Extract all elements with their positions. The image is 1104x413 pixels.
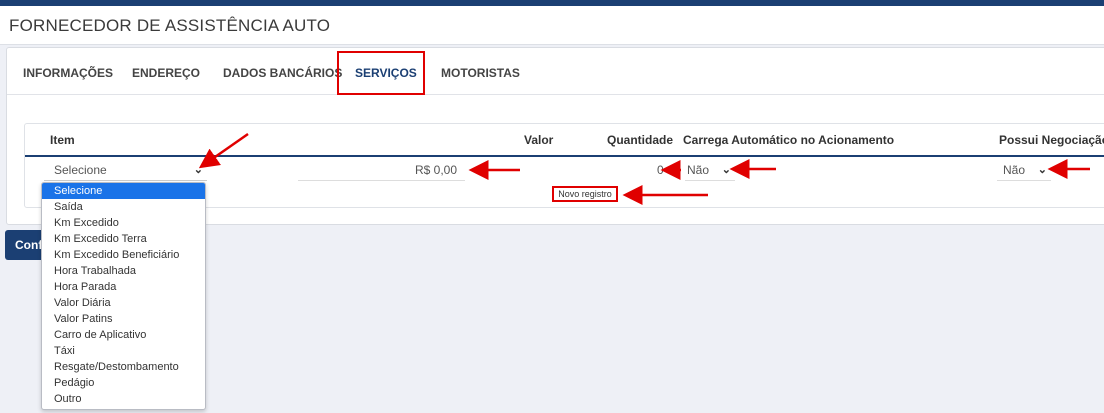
arrow-item-select-icon <box>198 132 249 169</box>
annotation-arrows <box>198 132 1090 205</box>
